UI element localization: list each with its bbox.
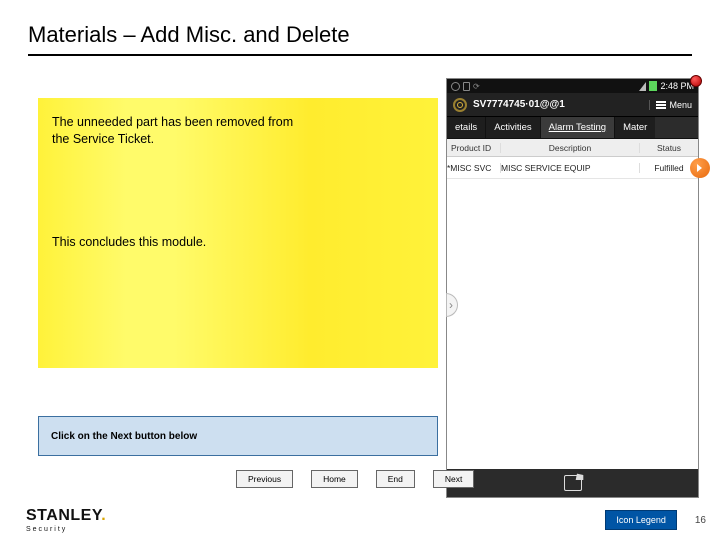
page-number: 16: [695, 515, 706, 526]
callout-text-2: This concludes this module.: [52, 234, 424, 251]
ticket-id-label: SV7774745·01@@1: [473, 99, 565, 110]
phone-title-bar: SV7774745·01@@1 Menu: [447, 93, 698, 117]
slide-footer: STANLEY. Security Icon Legend 16: [0, 500, 720, 540]
phone-screenshot: ⟳ 2:48 PM SV7774745·01@@1 Menu etails Ac…: [446, 78, 699, 498]
app-logo-icon: [453, 98, 467, 112]
tab-alarm-testing[interactable]: Alarm Testing: [541, 117, 615, 138]
instruction-callout: The unneeded part has been removed from …: [38, 98, 438, 368]
refresh-icon: ⟳: [473, 82, 480, 91]
tab-activities-label: Activities: [494, 122, 531, 133]
tab-alarm-label: Alarm Testing: [549, 122, 606, 133]
nav-button-row: Previous Home End Next: [236, 470, 474, 488]
sync-icon: [463, 82, 470, 91]
callout-text-1: The unneeded part has been removed from …: [52, 114, 312, 148]
location-icon: [451, 82, 460, 91]
brand-logo: STANLEY. Security: [26, 507, 106, 533]
cell-description: MISC SERVICE EQUIP: [501, 163, 640, 173]
brand-subtitle: Security: [26, 526, 106, 533]
tab-materials[interactable]: Mater: [615, 117, 655, 138]
brand-name: STANLEY: [26, 507, 101, 524]
phone-tab-bar: etails Activities Alarm Testing Mater: [447, 117, 698, 139]
edit-icon[interactable]: [564, 475, 582, 491]
end-button[interactable]: End: [376, 470, 415, 488]
menu-button[interactable]: Menu: [649, 100, 692, 110]
row-action-button[interactable]: [690, 158, 710, 178]
home-button[interactable]: Home: [311, 470, 358, 488]
icon-legend-button[interactable]: Icon Legend: [605, 510, 677, 530]
prompt-box: Click on the Next button below: [38, 416, 438, 456]
phone-footer-bar: [447, 469, 698, 497]
previous-button[interactable]: Previous: [236, 470, 293, 488]
next-button[interactable]: Next: [433, 470, 474, 488]
brand-dot-icon: .: [101, 507, 106, 524]
tab-materials-label: Mater: [623, 122, 647, 133]
arrow-right-icon: [695, 163, 705, 173]
tab-details-label: etails: [455, 122, 477, 133]
table-row[interactable]: *MISC SVC MISC SERVICE EQUIP Fulfilled: [447, 157, 698, 179]
col-product-id: Product ID: [447, 143, 501, 153]
tab-activities[interactable]: Activities: [486, 117, 540, 138]
cell-product-id: *MISC SVC: [447, 163, 501, 173]
clock-label: 2:48 PM: [660, 81, 694, 91]
signal-icon: [639, 82, 646, 91]
menu-label: Menu: [669, 100, 692, 110]
battery-icon: [649, 81, 657, 91]
hamburger-icon: [656, 101, 666, 109]
materials-column-header: Product ID Description Status: [447, 139, 698, 157]
expand-handle-icon[interactable]: [446, 293, 458, 317]
prompt-text: Click on the Next button below: [51, 431, 197, 442]
phone-status-bar: ⟳ 2:48 PM: [447, 79, 698, 93]
col-status: Status: [640, 143, 698, 153]
highlight-dot-icon: [690, 75, 702, 87]
col-description: Description: [501, 143, 640, 153]
page-title: Materials – Add Misc. and Delete: [28, 22, 692, 56]
tab-details[interactable]: etails: [447, 117, 486, 138]
